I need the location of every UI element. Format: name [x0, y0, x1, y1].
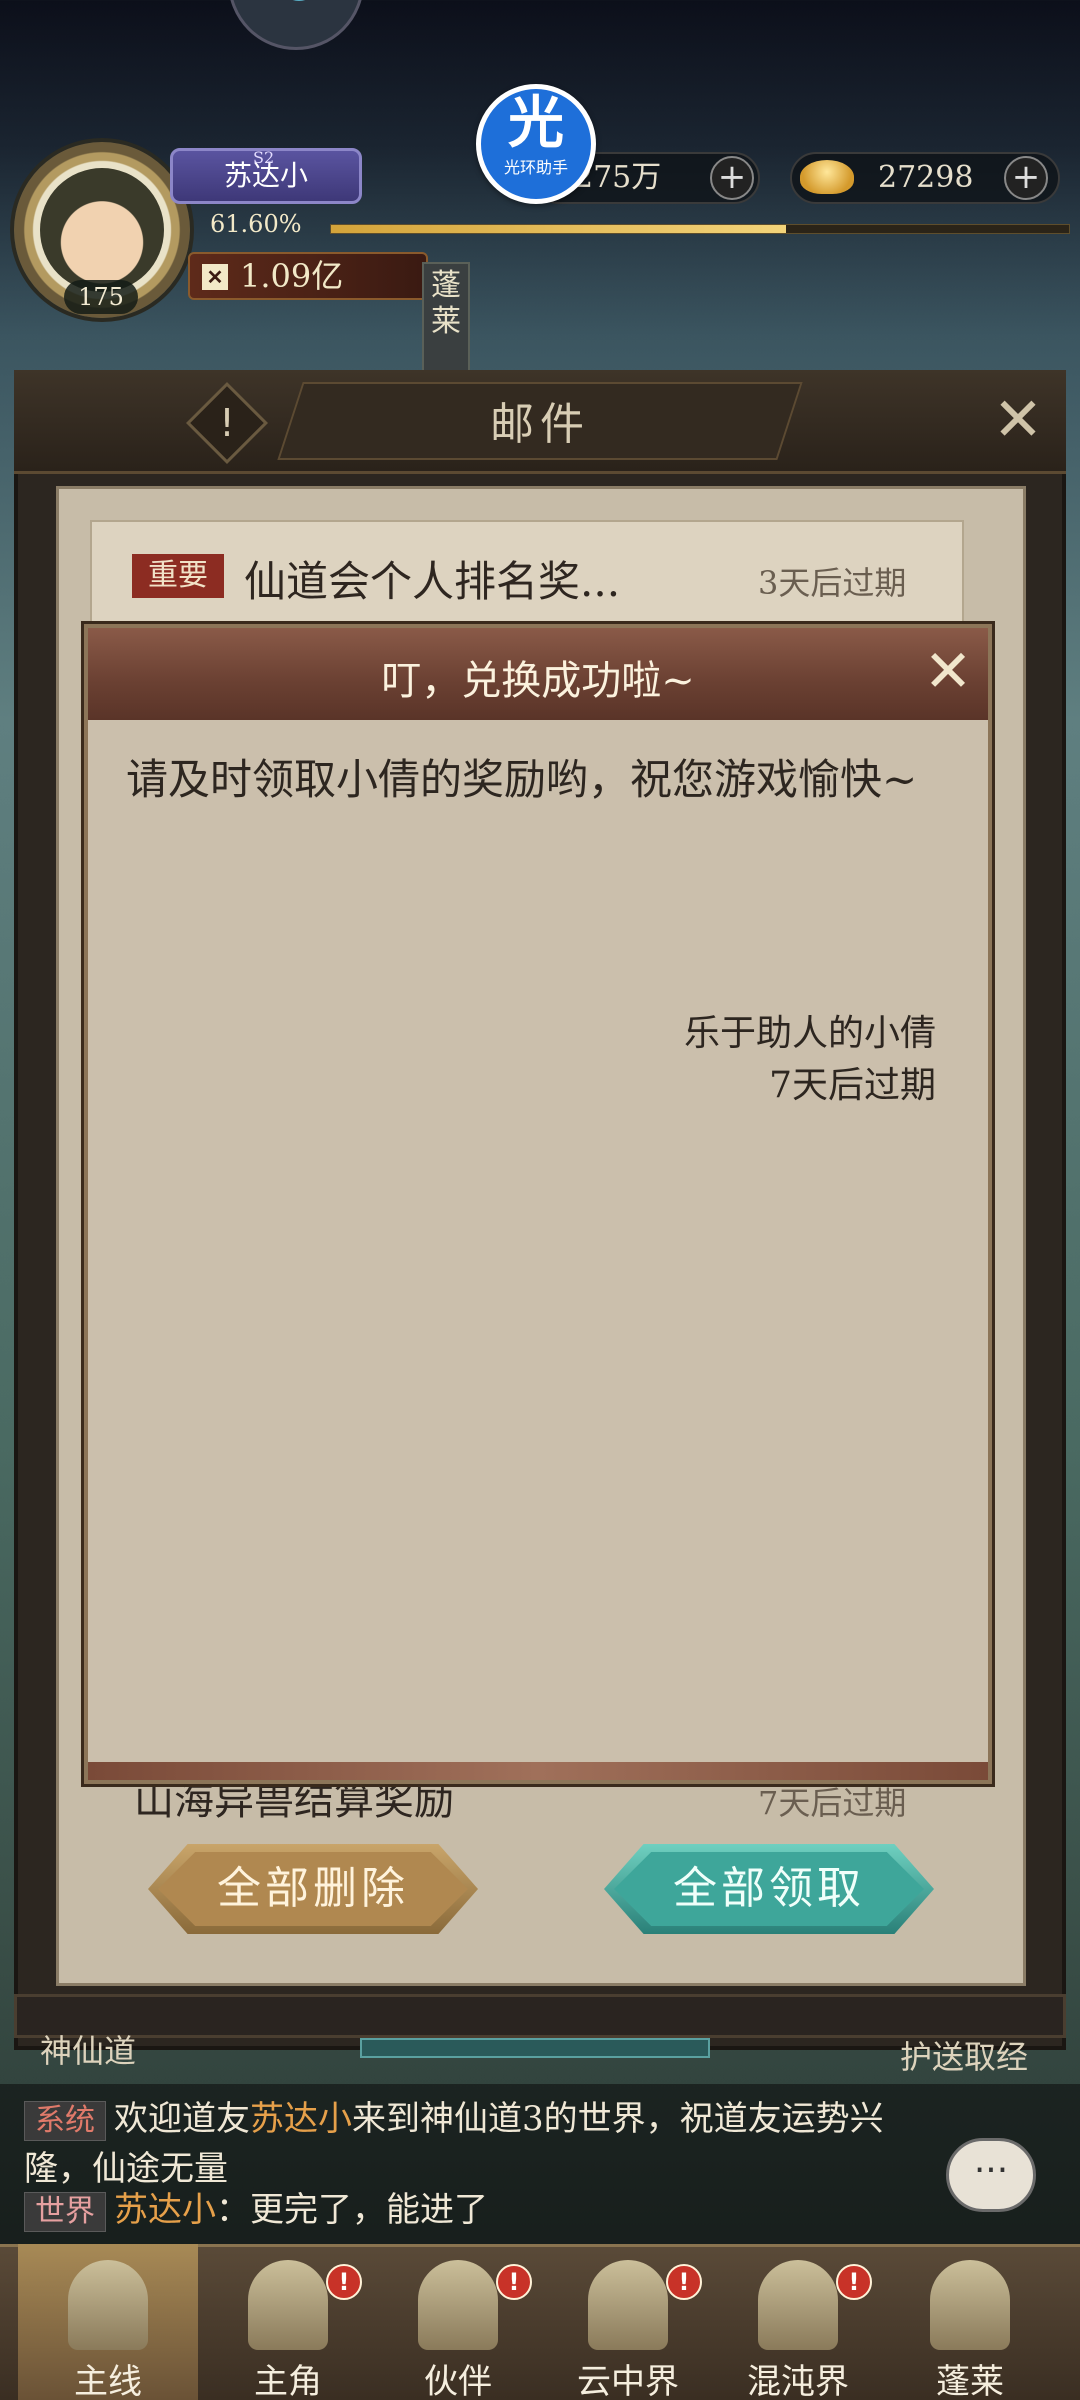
add-copper-button[interactable]: +	[710, 156, 754, 200]
alert-badge: !	[666, 2264, 702, 2300]
exp-bar	[330, 224, 1070, 234]
crossed-swords-icon	[68, 2260, 148, 2350]
badge-label: 光环助手	[503, 158, 568, 177]
alert-badge: !	[496, 2264, 532, 2300]
nav-label: 伙伴	[424, 2362, 492, 2400]
nav-item-chaos-realm[interactable]: ! 混沌界	[708, 2244, 888, 2400]
delete-all-label[interactable]: 全部删除	[148, 1844, 478, 1934]
pet-icon	[279, 0, 319, 1]
chat-player-name[interactable]: 苏达小	[250, 2099, 352, 2139]
game-title-label: 神仙道	[40, 2032, 137, 2070]
gold-ingot-icon	[800, 160, 854, 194]
chat-message: 世界 苏达小：更完了，能进了	[24, 2188, 904, 2232]
avatar[interactable]	[40, 168, 164, 292]
mail-item-expire: 7天后过期	[758, 1784, 907, 1822]
nav-item-partner[interactable]: ! 伙伴	[368, 2244, 548, 2400]
nav-label: 蓬莱	[936, 2362, 1004, 2400]
mail-item-title: 仙道会个人排名奖...	[244, 557, 621, 606]
chat-text: ：更完了，能进了	[216, 2190, 488, 2230]
important-tag: 重要	[132, 554, 224, 598]
exp-bar-fill	[331, 225, 786, 233]
popup-close-button[interactable]: ✕	[918, 638, 978, 704]
nav-item-main-quest[interactable]: 主线	[18, 2244, 198, 2400]
alert-badge: !	[836, 2264, 872, 2300]
popup-footer-trim	[88, 1762, 988, 1780]
nav-label: 混沌界	[747, 2362, 849, 2400]
player-name-plate[interactable]: S2 苏达小	[170, 148, 362, 204]
exp-percent: 61.60%	[210, 210, 302, 238]
server-tag: S2	[253, 148, 275, 167]
combat-power: ✕ 1.09亿	[188, 252, 428, 300]
partner-icon	[418, 2260, 498, 2350]
player-level: 175	[64, 280, 138, 314]
info-icon[interactable]: !	[198, 394, 256, 452]
nav-label: 主线	[74, 2362, 142, 2400]
nav-item-penglai[interactable]: 蓬莱	[880, 2244, 1060, 2400]
alert-badge: !	[326, 2264, 362, 2300]
popup-title: 叮，兑换成功啦~	[381, 658, 695, 704]
badge-glyph: 光	[508, 91, 564, 156]
pet-avatar[interactable]	[228, 0, 364, 50]
combat-power-value: 1.09亿	[240, 257, 344, 295]
nav-label: 云中界	[577, 2362, 679, 2400]
add-gold-button[interactable]: +	[1004, 156, 1048, 200]
assistant-overlay-badge[interactable]: 光 光环助手	[476, 84, 596, 204]
gold-value: 27298	[878, 160, 974, 195]
chat-text: 欢迎道友	[114, 2099, 250, 2139]
escort-button[interactable]: 护送取经	[900, 2032, 1028, 2078]
popup-sender: 乐于助人的小倩	[683, 1013, 936, 1054]
chat-bubble-button[interactable]: ···	[946, 2138, 1036, 2212]
tower-icon	[758, 2260, 838, 2350]
sage-icon	[930, 2260, 1010, 2350]
pagoda-icon	[588, 2260, 668, 2350]
hero-icon	[248, 2260, 328, 2350]
system-tag: 系统	[24, 2101, 106, 2141]
nav-item-cloud-realm[interactable]: ! 云中界	[538, 2244, 718, 2400]
side-location-tag[interactable]: 蓬莱	[422, 262, 470, 372]
nav-label: 主角	[254, 2362, 322, 2400]
center-banner[interactable]	[360, 2038, 710, 2058]
world-tag: 世界	[24, 2192, 106, 2232]
mail-title: 邮件	[490, 399, 590, 450]
chat-message: 系统 欢迎道友苏达小来到神仙道3的世界，祝道友运势兴隆，仙途无量	[24, 2094, 904, 2194]
popup-message: 请及时领取小倩的奖励哟，祝您游戏愉快~	[126, 755, 918, 804]
claim-all-label[interactable]: 全部领取	[604, 1844, 934, 1934]
chat-player-name[interactable]: 苏达小	[114, 2190, 216, 2230]
nav-item-hero[interactable]: ! 主角	[198, 2244, 378, 2400]
sword-icon: ✕	[202, 264, 228, 290]
mail-item-expire: 3天后过期	[758, 564, 907, 602]
popup-expire: 7天后过期	[769, 1065, 936, 1106]
mail-close-button[interactable]: ✕	[988, 390, 1048, 450]
